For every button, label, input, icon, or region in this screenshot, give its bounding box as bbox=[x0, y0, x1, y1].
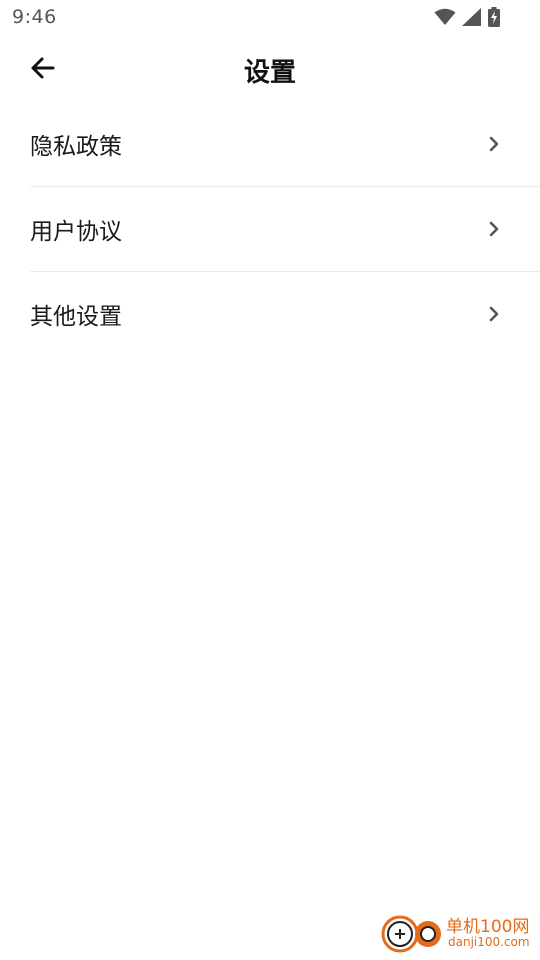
chevron-right-icon bbox=[486, 221, 502, 237]
settings-item-label: 其他设置 bbox=[30, 304, 122, 330]
battery-charging-icon bbox=[488, 7, 500, 27]
settings-item-other-settings[interactable]: 其他设置 bbox=[30, 271, 540, 356]
watermark-name: 单机100网 bbox=[446, 917, 530, 937]
chevron-right-icon bbox=[486, 306, 502, 322]
app-header: 设置 bbox=[0, 36, 540, 102]
page-title: 设置 bbox=[243, 58, 296, 88]
cellular-signal-icon bbox=[462, 8, 482, 26]
watermark-domain: danji100.com bbox=[448, 935, 530, 949]
settings-item-label: 用户协议 bbox=[30, 219, 122, 245]
settings-list: 隐私政策 用户协议 其他设置 bbox=[0, 102, 540, 356]
wifi-icon bbox=[434, 8, 456, 26]
status-time: 9:46 bbox=[12, 6, 57, 28]
settings-item-privacy-policy[interactable]: 隐私政策 bbox=[0, 102, 540, 186]
watermark-logo-icon bbox=[380, 912, 444, 960]
chevron-right-icon bbox=[486, 136, 502, 152]
watermark: 单机100网 danji100.com bbox=[380, 912, 532, 956]
status-icons bbox=[434, 6, 500, 28]
settings-item-label: 隐私政策 bbox=[30, 134, 122, 160]
settings-item-user-agreement[interactable]: 用户协议 bbox=[30, 186, 540, 271]
status-bar: 9:46 bbox=[0, 0, 540, 36]
